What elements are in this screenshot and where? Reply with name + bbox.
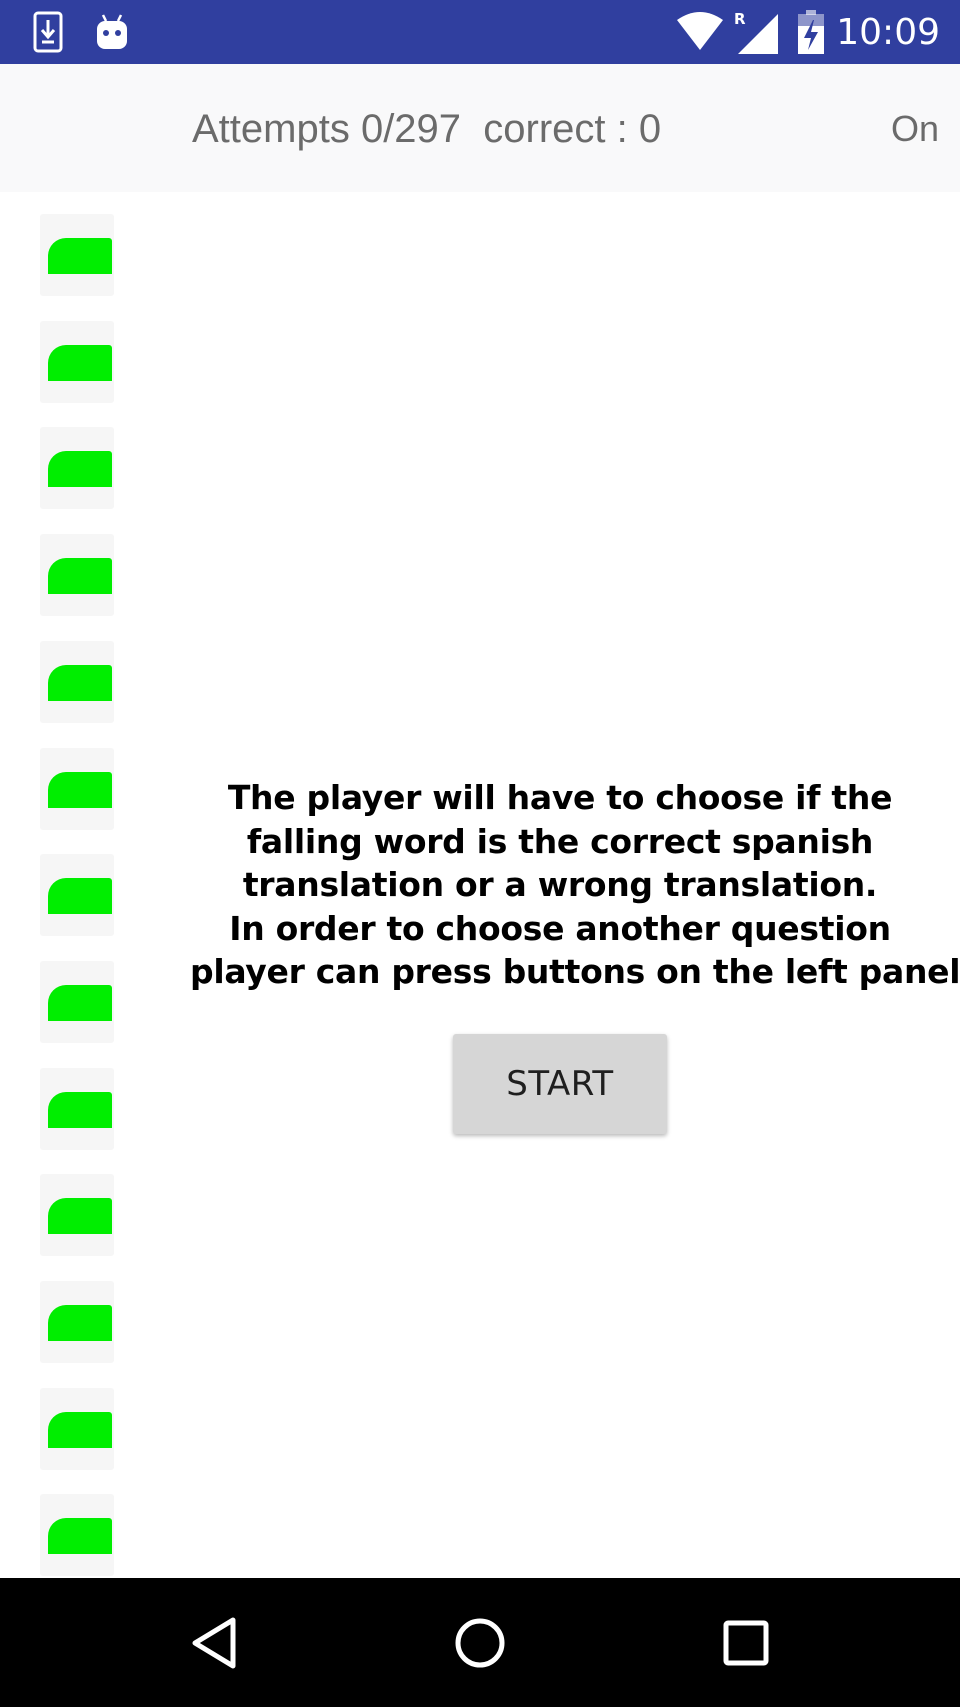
back-button[interactable] xyxy=(154,1578,274,1707)
question-select-button[interactable] xyxy=(48,238,112,274)
battery-charging-icon xyxy=(796,0,826,64)
panel-slot xyxy=(40,1174,114,1256)
panel-slot xyxy=(40,534,114,616)
panel-slot xyxy=(40,1494,114,1576)
navigation-bar xyxy=(0,1578,960,1707)
android-notification-icon xyxy=(94,0,130,64)
back-icon xyxy=(192,1617,236,1668)
instruction-line: translation or a wrong translation. xyxy=(242,865,878,904)
download-notification-icon xyxy=(30,0,66,64)
question-select-button[interactable] xyxy=(48,1092,112,1128)
question-select-button[interactable] xyxy=(48,451,112,487)
panel-slot xyxy=(40,427,114,509)
panel-slot xyxy=(40,1388,114,1470)
panel-slot xyxy=(40,641,114,723)
home-icon xyxy=(455,1618,505,1667)
instruction-line: In order to choose another question xyxy=(229,908,891,948)
question-select-button[interactable] xyxy=(48,1412,112,1448)
panel-slot xyxy=(40,961,114,1043)
signal-roaming-icon: R xyxy=(734,0,780,64)
question-select-button[interactable] xyxy=(48,345,112,381)
panel-slot xyxy=(40,1068,114,1150)
panel-slot xyxy=(40,214,114,296)
question-select-button[interactable] xyxy=(48,985,112,1021)
question-select-button[interactable] xyxy=(48,558,112,594)
instruction-line: falling word is the correct spanish xyxy=(246,821,874,861)
roaming-indicator: R xyxy=(734,10,746,28)
recents-button[interactable] xyxy=(686,1578,806,1707)
top-bar: Attempts 0/297 correct : 0 On xyxy=(0,64,960,192)
recents-icon xyxy=(723,1620,769,1665)
status-bar: R 10:09 xyxy=(0,0,960,64)
panel-slot xyxy=(40,748,114,830)
question-select-button[interactable] xyxy=(48,1518,112,1554)
home-button[interactable] xyxy=(420,1578,540,1707)
question-select-button[interactable] xyxy=(48,1198,112,1234)
game-area: The player will have to choose if the fal… xyxy=(0,192,960,1578)
start-button[interactable]: START xyxy=(453,1034,667,1134)
panel-slot xyxy=(40,321,114,403)
question-select-button[interactable] xyxy=(48,772,112,808)
panel-slot xyxy=(40,1281,114,1363)
instruction-line: player can press buttons on the left pan… xyxy=(190,952,960,991)
wifi-icon xyxy=(674,0,726,64)
question-select-button[interactable] xyxy=(48,878,112,914)
panel-slot xyxy=(40,854,114,936)
attempts-counter: Attempts 0/297 correct : 0 xyxy=(192,107,662,151)
left-panel xyxy=(0,192,118,1578)
instructions-text: The player will have to choose if the fal… xyxy=(190,776,960,994)
question-select-button[interactable] xyxy=(48,1305,112,1341)
question-select-button[interactable] xyxy=(48,665,112,701)
instruction-line: The player will have to choose if the xyxy=(227,778,893,817)
status-time: 10:09 xyxy=(836,12,940,53)
sound-toggle[interactable]: On xyxy=(891,64,939,192)
